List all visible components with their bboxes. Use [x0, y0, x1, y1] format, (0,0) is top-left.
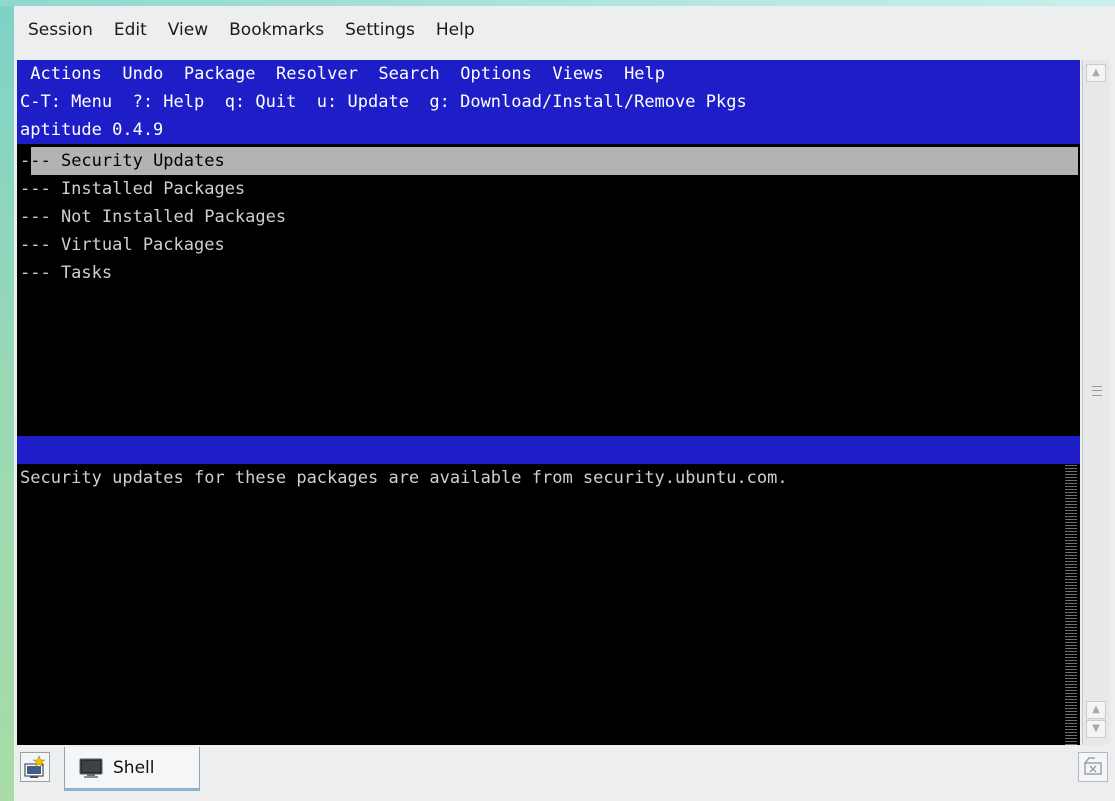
aptitude-menu-undo[interactable]: Undo: [122, 64, 163, 84]
tree-item-label: -- Security Updates: [30, 151, 225, 171]
menu-help[interactable]: Help: [436, 20, 475, 40]
menubar: Session Edit View Bookmarks Settings Hel…: [14, 6, 1115, 54]
description-separator-bar: [17, 436, 1080, 464]
menu-bookmarks[interactable]: Bookmarks: [229, 20, 324, 40]
menu-edit[interactable]: Edit: [114, 20, 147, 40]
scroll-down-arrow-icon[interactable]: ▼: [1086, 720, 1106, 738]
terminal-area[interactable]: Actions Undo Package Resolver Search Opt…: [17, 60, 1080, 745]
menu-view[interactable]: View: [168, 20, 208, 40]
aptitude-menu-views[interactable]: Views: [552, 64, 603, 84]
aptitude-menu-options[interactable]: Options: [460, 64, 532, 84]
desktop-background: [0, 0, 14, 801]
description-text: Security updates for these packages are …: [20, 468, 788, 488]
aptitude-menu-help[interactable]: Help: [624, 64, 665, 84]
close-tab-button[interactable]: [1078, 752, 1108, 782]
scroll-grip-icon[interactable]: [1092, 386, 1102, 396]
aptitude-menu-resolver[interactable]: Resolver: [276, 64, 358, 84]
tree-item-not-installed-packages[interactable]: --- Not Installed Packages: [20, 203, 1078, 231]
aptitude-menu-bar: Actions Undo Package Resolver Search Opt…: [20, 60, 1078, 88]
new-tab-icon: [24, 755, 46, 778]
aptitude-keys-hint: C-T: Menu ?: Help q: Quit u: Update g: D…: [20, 92, 747, 112]
description-scroll-indicator: [1065, 464, 1077, 745]
menu-settings[interactable]: Settings: [345, 20, 415, 40]
tab-shell[interactable]: Shell: [64, 747, 200, 791]
konsole-window: Session Edit View Bookmarks Settings Hel…: [14, 6, 1115, 801]
scroll-up-arrow-icon[interactable]: ▲: [1086, 64, 1106, 82]
tree-cursor-prefix: -: [20, 151, 31, 171]
aptitude-menu-package[interactable]: Package: [184, 64, 256, 84]
tab-bar: Shell: [14, 747, 1115, 801]
tree-item-security-updates[interactable]: --- Security Updates: [20, 147, 1078, 175]
menu-session[interactable]: Session: [28, 20, 93, 40]
tree-item-installed-packages[interactable]: --- Installed Packages: [20, 175, 1078, 203]
new-tab-button[interactable]: [20, 752, 50, 782]
tab-label: Shell: [113, 757, 155, 778]
scroll-up-arrow-bottom-icon[interactable]: ▲: [1086, 701, 1106, 719]
tree-item-virtual-packages[interactable]: --- Virtual Packages: [20, 231, 1078, 259]
tree-item-tasks[interactable]: --- Tasks: [20, 259, 1078, 287]
terminal-scrollbar[interactable]: ▲ ▲ ▼: [1082, 60, 1110, 745]
close-tab-icon: [1084, 757, 1102, 775]
aptitude-menu-actions[interactable]: Actions: [30, 64, 102, 84]
aptitude-version: aptitude 0.4.9: [20, 120, 164, 140]
terminal-icon: [79, 758, 103, 778]
aptitude-menu-search[interactable]: Search: [378, 64, 439, 84]
